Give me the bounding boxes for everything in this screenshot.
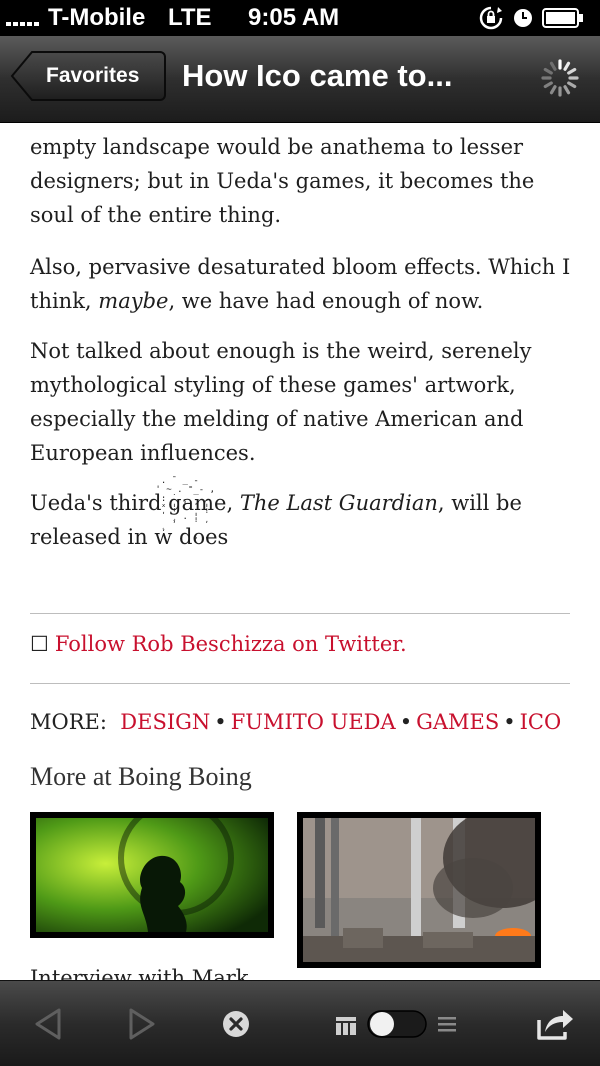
related-thumbnail-1[interactable] [30, 800, 274, 938]
follow-author-link[interactable]: ☐ Follow Rob Beschizza on Twitter. [30, 632, 407, 656]
article-body: empty landscape would be anathema to les… [0, 122, 600, 980]
game-title: The Last Guardian [239, 491, 438, 515]
navigation-bar: Favorites How Ico came to... [0, 36, 600, 123]
favorites-back-button[interactable]: Favorites [10, 50, 166, 102]
tag-ico[interactable]: ICO [520, 710, 562, 734]
checkbox-glyph: ☐ [30, 632, 49, 656]
columns-icon [336, 1016, 356, 1035]
paragraph-4: Ueda's third game, The Last Guardian, wi… [30, 491, 522, 549]
back-button-label: Favorites [46, 64, 140, 87]
alarm-clock-icon [514, 9, 532, 27]
section-heading: More at Boing Boing [30, 762, 252, 791]
divider [30, 683, 570, 684]
divider [30, 613, 570, 614]
status-icons [478, 5, 584, 31]
tag-games[interactable]: GAMES [416, 710, 499, 734]
loading-spinner-icon [541, 59, 579, 97]
list-icon [438, 1016, 456, 1031]
related-caption[interactable]: Interview with Mark [30, 966, 249, 980]
paragraph-1: empty landscape would be anathema to les… [30, 135, 535, 227]
status-bar: T-Mobile LTE 9:05 AM [0, 0, 600, 36]
carrier-label: T-Mobile [48, 4, 146, 31]
forward-arrow-icon[interactable] [122, 981, 162, 1066]
share-icon[interactable] [530, 981, 580, 1066]
reader-toggle[interactable] [334, 981, 464, 1066]
tag-design[interactable]: DESIGN [120, 710, 210, 734]
paragraph-3: Not talked about enough is the weird, se… [30, 339, 532, 465]
tag-fumito-ueda[interactable]: FUMITO UEDA [231, 710, 396, 734]
tag-list: MORE: DESIGN • FUMITO UEDA • GAMES • ICO [30, 710, 562, 734]
close-circle-icon[interactable] [216, 981, 256, 1066]
page-title: How Ico came to... [182, 58, 453, 93]
rotation-lock-icon [479, 6, 503, 30]
related-thumbnail-2[interactable] [297, 808, 563, 968]
more-label: MORE: [30, 710, 107, 734]
signal-icon [6, 22, 39, 26]
network-label: LTE [168, 4, 212, 31]
rendering-glitch: . ¯ _ - ' ~ . ⁼ - , : ˙ ¸ ‾ . ˣ ¦ ˙ ʹ ¦ … [155, 476, 216, 540]
bottom-toolbar [0, 980, 600, 1066]
paragraph-2: Also, pervasive desaturated bloom effect… [30, 255, 571, 313]
clock: 9:05 AM [248, 4, 340, 31]
emphasis-maybe: maybe [98, 289, 169, 313]
battery-icon [542, 8, 583, 28]
back-arrow-icon[interactable] [28, 981, 68, 1066]
